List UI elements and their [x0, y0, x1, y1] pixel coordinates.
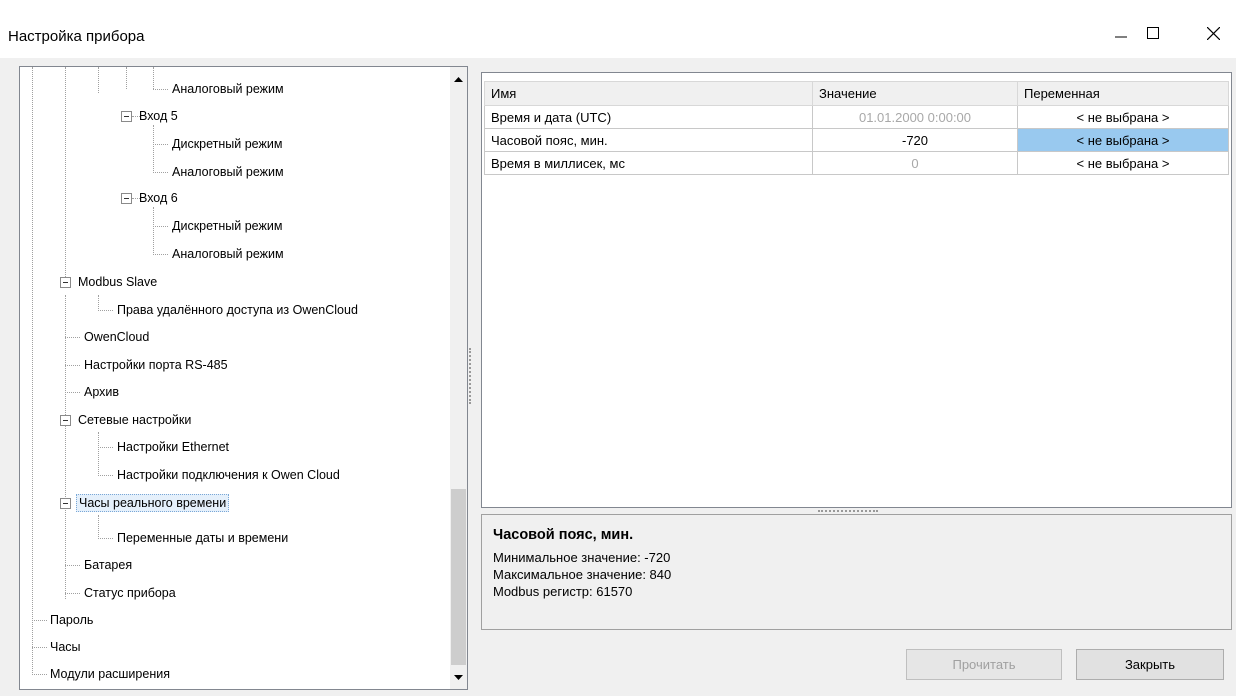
description-title: Часовой пояс, мин.	[493, 527, 634, 543]
tree-item-archive[interactable]: Архив	[82, 381, 121, 403]
row-name-cell: Часовой пояс, мин.	[484, 128, 813, 152]
tree-connector	[98, 432, 99, 476]
settings-tree[interactable]: Аналоговый режим Вход 5 Дискретный режим…	[19, 66, 468, 690]
row-value-cell: 0	[812, 151, 1018, 175]
collapse-icon[interactable]	[121, 193, 132, 204]
arrow-up-icon	[454, 77, 463, 82]
tree-item-real-time-clock[interactable]: Часы реального времени	[76, 492, 230, 514]
tree-item-analog-mode[interactable]: Аналоговый режим	[170, 78, 286, 100]
table-header-row: Имя Значение Переменная	[484, 81, 1229, 106]
row-name-cell: Время и дата (UTC)	[484, 105, 813, 129]
tree-connector	[98, 67, 99, 93]
tree-connector	[153, 254, 168, 255]
tree-connector	[98, 295, 99, 311]
description-line: Максимальное значение: 840	[493, 567, 672, 582]
tree-item-remote-access-rights[interactable]: Права удалённого доступа из OwenCloud	[115, 299, 360, 321]
row-value-cell: 01.01.2000 0:00:00	[812, 105, 1018, 129]
tree-item-rs485-port[interactable]: Настройки порта RS-485	[82, 354, 230, 376]
parameters-grid[interactable]: Имя Значение Переменная Время и дата (UT…	[481, 72, 1232, 508]
tree-item-input-6[interactable]: Вход 6	[137, 187, 180, 209]
tree-connector	[65, 337, 80, 338]
tree-connector	[65, 392, 80, 393]
row-variable-cell[interactable]: < не выбрана >	[1017, 128, 1229, 152]
table-row[interactable]: Время в миллисек, мс 0 < не выбрана >	[484, 151, 1229, 175]
collapse-icon[interactable]	[60, 498, 71, 509]
row-variable-cell[interactable]: < не выбрана >	[1017, 105, 1229, 129]
tree-connector	[98, 447, 113, 448]
splitter-grip	[469, 348, 471, 404]
tree-item-discrete-mode[interactable]: Дискретный режим	[170, 215, 284, 237]
tree-item-ethernet-settings[interactable]: Настройки Ethernet	[115, 436, 231, 458]
table-row[interactable]: Часовой пояс, мин. -720 < не выбрана >	[484, 128, 1229, 152]
close-icon	[1206, 26, 1220, 40]
tree-item-discrete-mode[interactable]: Дискретный режим	[170, 133, 284, 155]
minimize-icon	[1115, 36, 1127, 38]
tree-connector	[98, 310, 113, 311]
scrollbar-thumb[interactable]	[451, 489, 466, 665]
table-row[interactable]: Время и дата (UTC) 01.01.2000 0:00:00 < …	[484, 105, 1229, 129]
tree-item-password[interactable]: Пароль	[48, 609, 95, 631]
tree-connector	[126, 67, 127, 89]
parameters-table: Имя Значение Переменная Время и дата (UT…	[484, 81, 1229, 175]
row-name-cell: Время в миллисек, мс	[484, 151, 813, 175]
maximize-button[interactable]	[1130, 16, 1176, 50]
close-button[interactable]: Закрыть	[1076, 649, 1224, 680]
tree-connector	[153, 89, 168, 90]
tree-item-battery[interactable]: Батарея	[82, 554, 134, 576]
tree-connector	[153, 207, 154, 255]
tree-item-modbus-slave[interactable]: Modbus Slave	[76, 271, 159, 293]
tree-item-analog-mode[interactable]: Аналоговый режим	[170, 243, 286, 265]
tree-connector	[153, 144, 168, 145]
description-line: Минимальное значение: -720	[493, 550, 671, 565]
description-panel: Часовой пояс, мин. Минимальное значение:…	[481, 514, 1232, 630]
horizontal-splitter[interactable]	[818, 510, 878, 512]
tree-connector	[32, 647, 47, 648]
maximize-icon	[1147, 27, 1159, 39]
tree-connector	[65, 365, 80, 366]
row-variable-cell[interactable]: < не выбрана >	[1017, 151, 1229, 175]
tree-connector	[65, 593, 80, 594]
tree-item-owen-cloud-connection[interactable]: Настройки подключения к Owen Cloud	[115, 464, 342, 486]
tree-item-date-time-variables[interactable]: Переменные даты и времени	[115, 527, 290, 549]
close-window-button[interactable]	[1190, 16, 1236, 50]
read-button[interactable]: Прочитать	[906, 649, 1062, 680]
collapse-icon[interactable]	[121, 111, 132, 122]
tree-connector	[65, 295, 66, 599]
description-line: Modbus регистр: 61570	[493, 584, 633, 599]
tree-connector	[98, 538, 113, 539]
window-title: Настройка прибора	[8, 28, 145, 45]
scroll-down-button[interactable]	[450, 669, 467, 686]
tree-connector	[32, 67, 33, 675]
collapse-icon[interactable]	[60, 277, 71, 288]
collapse-icon[interactable]	[60, 415, 71, 426]
tree-item-input-5[interactable]: Вход 5	[137, 105, 180, 127]
tree-connector	[98, 475, 113, 476]
arrow-down-icon	[454, 675, 463, 680]
tree-connector	[153, 172, 168, 173]
row-value-cell[interactable]: -720	[812, 128, 1018, 152]
tree-connector	[153, 125, 154, 173]
tree-item-clock[interactable]: Часы	[48, 636, 83, 658]
tree-item-analog-mode[interactable]: Аналоговый режим	[170, 161, 286, 183]
column-header-name[interactable]: Имя	[484, 81, 813, 106]
tree-item-expansion-modules[interactable]: Модули расширения	[48, 663, 172, 685]
tree-connector	[32, 674, 47, 675]
title-bar: Настройка прибора	[0, 0, 1236, 58]
tree-scrollbar[interactable]	[450, 67, 467, 689]
tree-item-owencloud[interactable]: OwenCloud	[82, 326, 151, 348]
tree-connector	[65, 67, 66, 277]
tree-connector	[65, 565, 80, 566]
scroll-up-button[interactable]	[450, 71, 467, 88]
tree-connector	[153, 67, 154, 89]
tree-item-device-status[interactable]: Статус прибора	[82, 582, 178, 604]
tree-connector	[153, 226, 168, 227]
column-header-variable[interactable]: Переменная	[1017, 81, 1229, 106]
column-header-value[interactable]: Значение	[812, 81, 1018, 106]
tree-item-network-settings[interactable]: Сетевые настройки	[76, 409, 193, 431]
tree-connector	[32, 620, 47, 621]
tree-connector	[98, 515, 99, 539]
